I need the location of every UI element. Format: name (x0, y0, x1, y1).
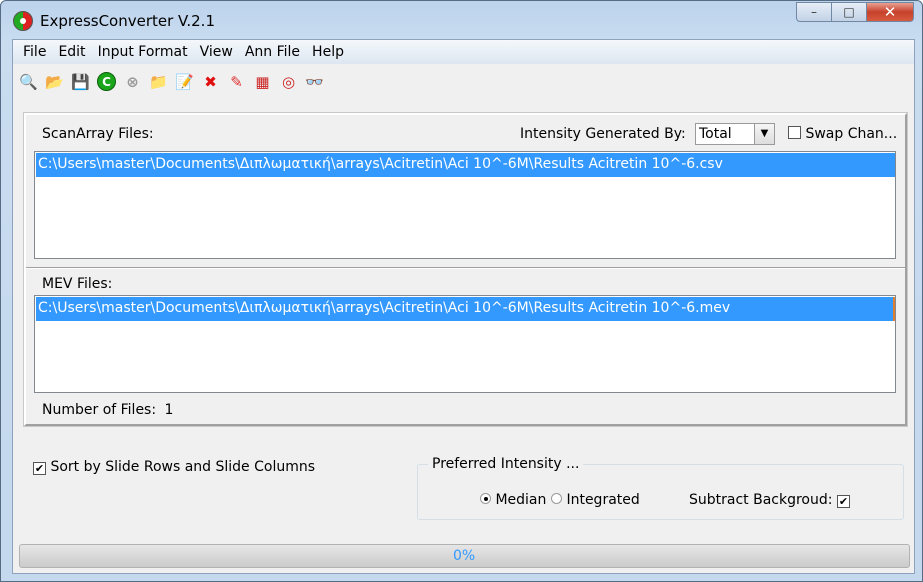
convert-icon[interactable]: C (97, 72, 116, 91)
swap-channels-checkbox[interactable]: Swap Chan... (788, 126, 897, 142)
client-area: File Edit Input Format View Ann File Hel… (12, 39, 915, 574)
mev-label: MEV Files: (42, 276, 113, 292)
progress-text: 0% (453, 548, 476, 564)
menu-ann-file[interactable]: Ann File (239, 40, 306, 64)
file-count-label: Number of Files: (42, 402, 157, 418)
menu-help[interactable]: Help (306, 40, 350, 64)
app-icon (13, 11, 33, 31)
files-panel: ScanArray Files: Intensity Generated By:… (24, 113, 907, 426)
chevron-down-icon[interactable]: ▼ (754, 124, 774, 144)
eraser-icon[interactable]: ✎ (225, 70, 248, 93)
intensity-dropdown[interactable]: Total ▼ (695, 123, 775, 145)
integrated-radio[interactable]: Integrated (551, 492, 640, 508)
open-folder-icon[interactable]: 📂 (43, 70, 66, 93)
menu-edit[interactable]: Edit (52, 40, 91, 64)
progress-bar: 0% (19, 544, 910, 568)
delete-icon[interactable]: ✖ (199, 70, 222, 93)
menu-bar: File Edit Input Format View Ann File Hel… (13, 40, 914, 64)
intensity-generated-label: Intensity Generated By: (520, 126, 686, 142)
toolbar: 🔍 📂 💾 C ⊗ 📁 📝 ✖ ✎ ▦ ◎ 👓 (17, 70, 326, 93)
scanarray-label: ScanArray Files: (42, 126, 154, 142)
title-bar: ExpressConverter V.2.1 (13, 10, 215, 32)
app-window: ExpressConverter V.2.1 – □ ✕ File Edit I… (0, 0, 923, 582)
close-button[interactable]: ✕ (866, 2, 914, 22)
maximize-button[interactable]: □ (831, 2, 866, 22)
list-item[interactable]: C:\Users\master\Documents\Διπλωματική\ar… (36, 153, 895, 177)
grid-layout-icon[interactable]: ▦ (251, 70, 274, 93)
preferred-intensity-group: Preferred Intensity ... Median Integrate… (417, 456, 904, 520)
subtract-checkbox[interactable]: ✔ (836, 495, 850, 508)
radio-median[interactable] (480, 493, 491, 504)
sort-label: Sort by Slide Rows and Slide Columns (50, 459, 316, 475)
find-file-icon[interactable]: 🔍 (17, 70, 40, 93)
sort-checkbox[interactable]: ✔ Sort by Slide Rows and Slide Columns (33, 459, 315, 475)
mev-file-list[interactable]: C:\Users\master\Documents\Διπλωματική\ar… (34, 295, 896, 393)
window-title: ExpressConverter V.2.1 (40, 12, 215, 30)
binoculars-icon[interactable]: 👓 (303, 70, 326, 93)
minimize-button[interactable]: – (796, 2, 831, 22)
edit-document-icon[interactable]: 📝 (173, 70, 196, 93)
subtract-background[interactable]: Subtract Backgroud: ✔ (689, 492, 850, 508)
stop-icon[interactable]: ⊗ (121, 70, 144, 93)
swap-checkbox-box[interactable] (788, 126, 801, 139)
menu-input-format[interactable]: Input Format (92, 40, 194, 64)
median-radio[interactable]: Median (480, 492, 546, 508)
intensity-value: Total (699, 126, 732, 142)
subtract-label: Subtract Backgroud: (689, 492, 833, 508)
radio-integrated[interactable] (551, 493, 562, 504)
help-lifebuoy-icon[interactable]: ◎ (277, 70, 300, 93)
swap-label: Swap Chan... (805, 126, 898, 142)
file-count: Number of Files: 1 (42, 402, 173, 418)
save-icon[interactable]: 💾 (69, 70, 92, 93)
file-count-value: 1 (164, 402, 174, 418)
integrated-label: Integrated (566, 492, 640, 508)
splitter[interactable] (26, 267, 905, 269)
menu-file[interactable]: File (17, 40, 52, 64)
group-legend: Preferred Intensity ... (428, 456, 584, 472)
list-item[interactable]: C:\Users\master\Documents\Διπλωματική\ar… (36, 297, 895, 321)
scanarray-file-list[interactable]: C:\Users\master\Documents\Διπλωματική\ar… (34, 151, 896, 259)
export-folder-icon[interactable]: 📁 (147, 70, 170, 93)
menu-view[interactable]: View (194, 40, 239, 64)
sort-checkbox-box[interactable]: ✔ (33, 462, 46, 475)
median-label: Median (495, 492, 547, 508)
